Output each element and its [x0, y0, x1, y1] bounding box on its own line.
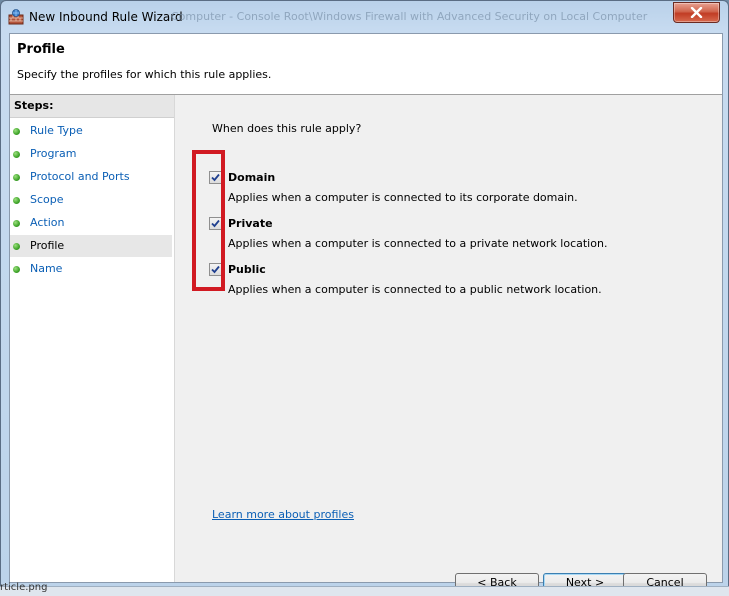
step-status-icon	[13, 174, 20, 181]
step-scope[interactable]: Scope	[10, 189, 172, 211]
step-status-icon	[13, 128, 20, 135]
firewall-icon	[8, 9, 24, 25]
rule-question: When does this rule apply?	[212, 122, 362, 135]
domain-option-label[interactable]: Domain	[228, 171, 275, 184]
close-button[interactable]	[673, 2, 720, 23]
step-label: Program	[30, 147, 77, 160]
page-title: Profile	[17, 42, 65, 57]
checkmark-icon	[211, 265, 220, 274]
step-rule-type[interactable]: Rule Type	[10, 120, 172, 142]
checkmark-icon	[211, 173, 220, 182]
wizard-window: New Inbound Rule Wizard Computer - Conso…	[0, 0, 729, 593]
public-checkbox[interactable]	[209, 263, 222, 276]
close-icon	[690, 7, 703, 18]
private-checkbox[interactable]	[209, 217, 222, 230]
window-title: New Inbound Rule Wizard	[29, 10, 183, 24]
step-label: Rule Type	[30, 124, 83, 137]
step-program[interactable]: Program	[10, 143, 172, 165]
domain-checkbox[interactable]	[209, 171, 222, 184]
step-label: Action	[30, 216, 65, 229]
wizard-header: Profile Specify the profiles for which t…	[10, 34, 722, 95]
step-status-icon	[13, 266, 20, 273]
step-label: Profile	[30, 239, 65, 252]
title-bar[interactable]: New Inbound Rule Wizard Computer - Conso…	[1, 1, 728, 33]
step-label: Protocol and Ports	[30, 170, 130, 183]
step-profile[interactable]: Profile	[10, 235, 172, 257]
public-option-description: Applies when a computer is connected to …	[228, 283, 602, 296]
step-status-icon	[13, 220, 20, 227]
profile-panel: When does this rule apply? Domain Applie…	[176, 95, 722, 593]
step-status-icon	[13, 197, 20, 204]
public-option-label[interactable]: Public	[228, 263, 266, 276]
page-subtitle: Specify the profiles for which this rule…	[17, 68, 272, 81]
background-file-label: rticle.png	[0, 582, 48, 593]
steps-title: Steps:	[10, 95, 174, 118]
step-status-icon	[13, 151, 20, 158]
wizard-client-area: Profile Specify the profiles for which t…	[9, 33, 723, 593]
learn-more-link[interactable]: Learn more about profiles	[212, 508, 354, 521]
private-option-description: Applies when a computer is connected to …	[228, 237, 608, 250]
domain-option-description: Applies when a computer is connected to …	[228, 191, 578, 204]
checkmark-icon	[211, 219, 220, 228]
step-name[interactable]: Name	[10, 258, 172, 280]
background-window-title: Computer - Console Root\Windows Firewall…	[171, 10, 648, 23]
steps-pane: Steps: Rule Type Program Protocol and Po…	[10, 95, 175, 582]
step-status-icon	[13, 243, 20, 250]
step-label: Scope	[30, 193, 64, 206]
step-label: Name	[30, 262, 63, 275]
step-protocol-and-ports[interactable]: Protocol and Ports	[10, 166, 172, 188]
step-action[interactable]: Action	[10, 212, 172, 234]
private-option-label[interactable]: Private	[228, 217, 273, 230]
